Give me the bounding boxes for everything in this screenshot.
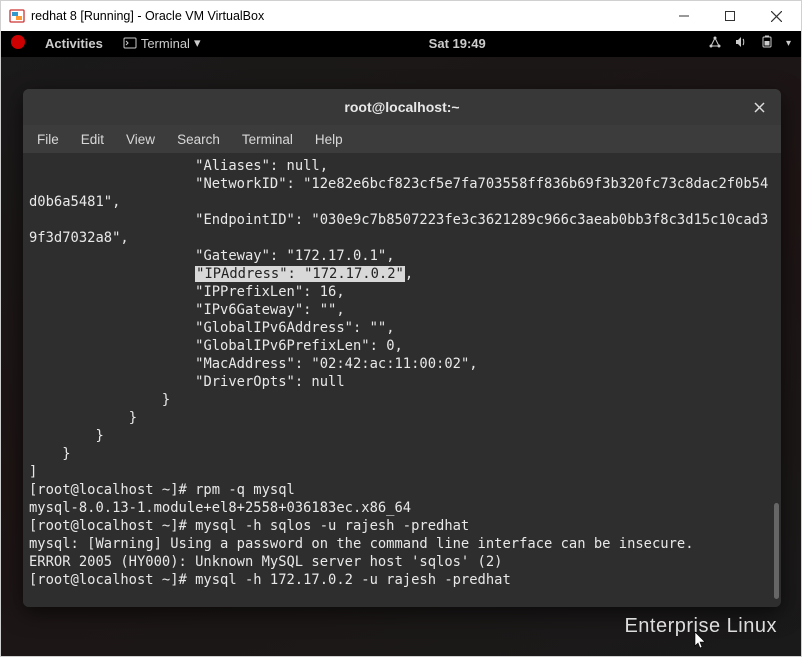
menu-help[interactable]: Help — [315, 132, 343, 147]
terminal-output[interactable]: "Aliases": null, "NetworkID": "12e82e6bc… — [23, 153, 781, 607]
menu-search[interactable]: Search — [177, 132, 220, 147]
menu-file[interactable]: File — [37, 132, 59, 147]
virtualbox-titlebar[interactable]: redhat 8 [Running] - Oracle VM VirtualBo… — [1, 1, 801, 31]
network-icon[interactable] — [708, 35, 722, 52]
terminal-close-button[interactable] — [749, 97, 769, 117]
battery-icon[interactable] — [760, 35, 774, 52]
terminal-title-text: root@localhost:~ — [344, 99, 459, 115]
terminal-text-after: "IPPrefixLen": 16, "IPv6Gateway": "", "G… — [29, 284, 694, 588]
terminal-icon — [123, 36, 137, 50]
terminal-menubar: File Edit View Search Terminal Help — [23, 125, 781, 153]
app-menu-label: Terminal — [141, 36, 190, 51]
menu-view[interactable]: View — [126, 132, 155, 147]
app-menu-terminal[interactable]: Terminal ▾ — [117, 33, 207, 53]
gnome-top-bar: Activities Terminal ▾ Sat 19:49 ▾ — [1, 31, 801, 57]
volume-icon[interactable] — [734, 35, 748, 52]
system-tray[interactable]: ▾ — [708, 35, 791, 52]
virtualbox-title-text: redhat 8 [Running] - Oracle VM VirtualBo… — [31, 9, 661, 23]
close-button[interactable] — [753, 1, 799, 31]
menu-edit[interactable]: Edit — [81, 132, 104, 147]
terminal-text-before: "Aliases": null, "NetworkID": "12e82e6bc… — [29, 158, 768, 282]
chevron-down-icon: ▾ — [194, 35, 201, 51]
virtualbox-window: redhat 8 [Running] - Oracle VM VirtualBo… — [0, 0, 802, 657]
maximize-button[interactable] — [707, 1, 753, 31]
terminal-text-highlight: "IPAddress": "172.17.0.2" — [195, 266, 405, 282]
menu-terminal[interactable]: Terminal — [242, 132, 293, 147]
terminal-titlebar[interactable]: root@localhost:~ — [23, 89, 781, 125]
terminal-scrollbar[interactable] — [774, 503, 779, 599]
redhat-icon — [11, 35, 31, 52]
clock[interactable]: Sat 19:49 — [206, 36, 708, 51]
activities-button[interactable]: Activities — [45, 36, 103, 51]
guest-desktop: Activities Terminal ▾ Sat 19:49 ▾ root@l… — [1, 31, 801, 656]
cursor-icon — [694, 631, 708, 654]
window-controls — [661, 1, 799, 31]
terminal-text-comma: , — [405, 266, 413, 282]
terminal-window: root@localhost:~ File Edit View Search T… — [23, 89, 781, 607]
chevron-down-icon: ▾ — [786, 38, 791, 49]
minimize-button[interactable] — [661, 1, 707, 31]
virtualbox-icon — [9, 8, 25, 24]
